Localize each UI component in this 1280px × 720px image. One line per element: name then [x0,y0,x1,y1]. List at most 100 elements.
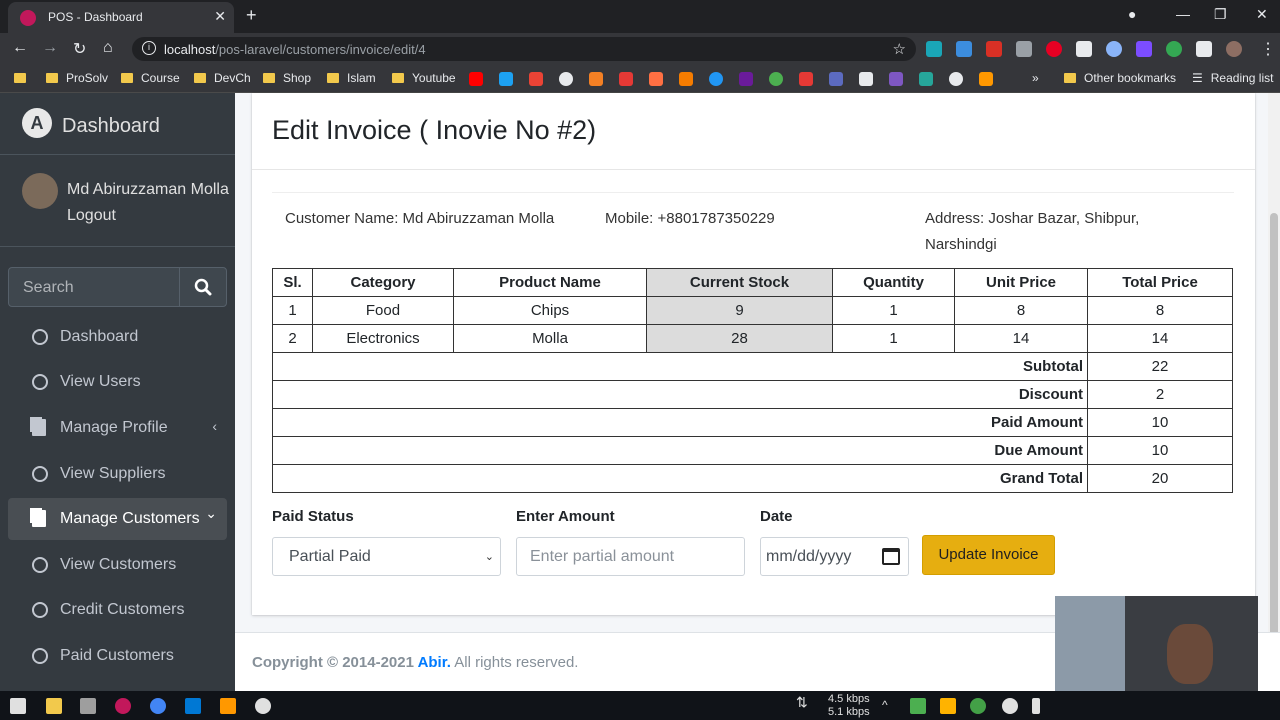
tray-app-icon[interactable] [970,698,986,714]
summary-value: 10 [1087,436,1233,465]
browser-tab[interactable]: POS - Dashboard ✕ [8,2,234,33]
tray-app-icon[interactable] [940,698,956,714]
tab-close-icon[interactable]: ✕ [214,8,226,25]
url-text[interactable]: localhost/pos-laravel/customers/invoice/… [164,42,426,57]
table-cell: 1 [832,324,955,353]
avatar-icon[interactable] [1226,41,1242,57]
sidebar-item-paid-customers[interactable]: Paid Customers [8,635,227,677]
search-button[interactable] [179,268,226,306]
adblock-icon[interactable] [986,41,1002,57]
bookmark-site-icon[interactable] [829,72,843,86]
vscode-icon[interactable] [185,698,201,714]
file-explorer-icon[interactable] [46,698,62,714]
forward-arrow-icon[interactable]: → [42,39,58,57]
close-window-icon[interactable]: ✕ [1256,6,1268,23]
bookmark-prosolv[interactable]: ProSolv [46,71,108,85]
scrollbar-thumb[interactable] [1270,213,1278,683]
network-arrows-icon: ⇅ [796,694,808,710]
sidebar-item-view-suppliers[interactable]: View Suppliers [8,453,227,495]
tray-app-icon[interactable] [910,698,926,714]
sidebar-item-dashboard[interactable]: Dashboard [8,316,227,358]
apps-folder-icon[interactable] [14,71,34,85]
bookmark-site-icon[interactable] [919,72,933,86]
sidebar-item-manage-profile[interactable]: Manage Profile ‹ [8,407,227,449]
user-name[interactable]: Md Abiruzzaman Molla [67,181,229,199]
sidebar-item-view-customers[interactable]: View Customers [8,544,227,586]
bookmark-site-icon[interactable] [649,72,663,86]
minimize-icon[interactable]: — [1176,6,1190,22]
chevron-down-icon: ⌄ [484,551,494,563]
pinterest-icon[interactable] [1046,41,1062,57]
microphone-icon[interactable] [1032,698,1040,714]
bookmark-site-icon[interactable] [949,72,963,86]
bookmark-site-icon[interactable] [889,72,903,86]
extension-icon[interactable] [1016,41,1032,57]
extension-icon[interactable] [1166,41,1182,57]
gmail-icon[interactable] [529,72,543,86]
bookmark-youtube[interactable]: Youtube [392,71,456,85]
chevron-up-icon[interactable]: ^ [882,698,898,714]
cloud-icon[interactable] [1002,698,1018,714]
amount-input[interactable]: Enter partial amount [516,537,745,576]
extension-icon[interactable] [1106,41,1122,57]
bookmark-site-icon[interactable] [559,72,573,86]
page-scrollbar[interactable] [1268,93,1280,691]
maximize-icon[interactable]: ❐ [1214,6,1227,23]
youtube-icon[interactable] [469,72,483,86]
sidebar-item-view-users[interactable]: View Users [8,361,227,403]
logout-link[interactable]: Logout [67,207,116,225]
extension-icon[interactable] [926,41,942,57]
date-input[interactable]: mm/dd/yyyy [760,537,909,576]
taskbar-app-icon[interactable] [80,698,96,714]
paid-status-select[interactable]: Partial Paid ⌄ [272,537,501,576]
bookmark-site-icon[interactable] [709,72,723,86]
extension-icon[interactable] [1136,41,1152,57]
bookmark-site-icon[interactable] [589,72,603,86]
reading-list[interactable]: ☰ Reading list [1192,71,1273,85]
bookmark-site-icon[interactable] [799,72,813,86]
divider [272,192,1234,193]
chrome-icon[interactable] [150,698,166,714]
reload-icon[interactable]: ↻ [73,39,86,59]
more-bookmarks-icon[interactable]: » [1032,71,1039,85]
amount-label: Enter Amount [516,508,615,525]
bookmark-shop[interactable]: Shop [263,71,311,85]
calendar-icon[interactable] [882,548,900,565]
menu-dots-icon[interactable]: ⋮ [1260,39,1276,59]
taskbar-app-icon[interactable] [255,698,271,714]
brand-link[interactable]: A Dashboard [0,93,235,155]
taskbar-app-icon[interactable] [115,698,131,714]
search-icon [194,278,212,296]
extension-icon[interactable] [1076,41,1092,57]
other-bookmarks[interactable]: Other bookmarks [1064,71,1176,85]
author-link[interactable]: Abir. [418,654,451,671]
bookmark-site-icon[interactable] [979,72,993,86]
bookmark-course[interactable]: Course [121,71,180,85]
bookmark-site-icon[interactable] [769,72,783,86]
home-icon[interactable]: ⌂ [103,39,113,57]
taskbar-app-icon[interactable] [220,698,236,714]
site-info-icon[interactable]: i [142,41,156,55]
puzzle-icon[interactable] [1196,41,1212,57]
summary-label: Grand Total [272,464,1088,493]
laravel-favicon-icon [20,10,36,26]
profile-menu-icon[interactable]: ● [1128,6,1136,22]
bookmark-star-icon[interactable]: ☆ [893,40,906,58]
new-tab-button[interactable]: + [246,5,257,26]
bookmark-devch[interactable]: DevCh [194,71,251,85]
extension-icon[interactable] [956,41,972,57]
search-input[interactable]: Search [23,279,74,297]
back-arrow-icon[interactable]: ← [12,39,28,57]
windows-start-icon[interactable] [10,698,26,714]
bookmark-site-icon[interactable] [619,72,633,86]
table-cell: 8 [954,296,1088,325]
bookmark-islam[interactable]: Islam [327,71,376,85]
twitter-icon[interactable] [499,72,513,86]
update-invoice-button[interactable]: Update Invoice [922,535,1055,575]
sidebar-item-manage-customers[interactable]: Manage Customers ⌄ [8,498,227,540]
bookmark-site-icon[interactable] [739,72,753,86]
sidebar-item-credit-customers[interactable]: Credit Customers [8,589,227,631]
address-bar[interactable]: i localhost/pos-laravel/customers/invoic… [132,37,916,61]
bookmark-site-icon[interactable] [679,72,693,86]
download-icon[interactable] [859,72,873,86]
